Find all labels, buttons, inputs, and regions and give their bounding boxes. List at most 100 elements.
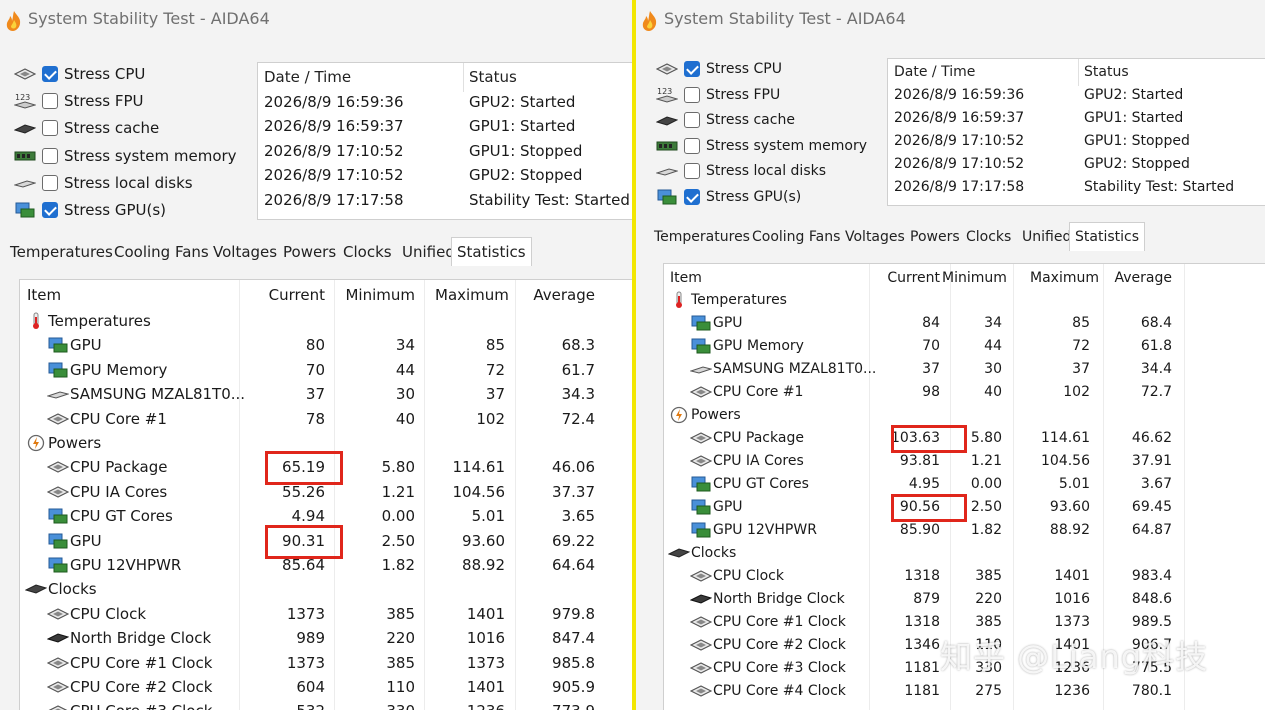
- stress-option-stress-cpu[interactable]: Stress CPU: [652, 57, 782, 81]
- value-average: 983.4: [1131, 568, 1172, 584]
- checkbox[interactable]: [684, 137, 700, 154]
- checkbox[interactable]: [42, 202, 58, 218]
- tab-unified[interactable]: Unified: [402, 241, 455, 263]
- checkbox[interactable]: [42, 174, 58, 191]
- stress-option-stress-cache[interactable]: Stress cache: [10, 116, 159, 140]
- table-row[interactable]: CPU Core #3 Clock 532 330 1236 773.9: [20, 700, 632, 710]
- header-current[interactable]: Current: [255, 286, 325, 304]
- table-row[interactable]: SAMSUNG MZAL81T0... 37 30 37 34.4: [664, 359, 1265, 382]
- log-datetime: 2026/8/9 17:17:58: [894, 179, 1025, 195]
- statistics-header-row[interactable]: Item Current Minimum Maximum Average: [20, 280, 632, 310]
- header-minimum[interactable]: Minimum: [345, 286, 415, 304]
- group-row-temperatures[interactable]: Temperatures: [20, 310, 632, 334]
- value-maximum: 88.92: [1049, 522, 1090, 538]
- tab-temperatures[interactable]: Temperatures: [10, 241, 113, 263]
- header-minimum[interactable]: Minimum: [942, 270, 1007, 286]
- table-row[interactable]: CPU Core #2 Clock 604 110 1401 905.9: [20, 676, 632, 700]
- value-maximum: 85: [1072, 315, 1090, 331]
- tab-statistics[interactable]: Statistics: [1069, 222, 1145, 251]
- table-row[interactable]: North Bridge Clock 879 220 1016 848.6: [664, 589, 1265, 612]
- status-log-table[interactable]: Date / Time Status 2026/8/9 16:59:36 GPU2: …: [257, 62, 632, 220]
- tab-cooling-fans[interactable]: Cooling Fans: [752, 226, 840, 248]
- value-maximum: 104.56: [452, 482, 506, 501]
- table-row[interactable]: GPU Memory 70 44 72 61.7: [20, 359, 632, 383]
- header-average[interactable]: Average: [1112, 270, 1173, 286]
- tab-statistics[interactable]: Statistics: [451, 237, 532, 266]
- table-row[interactable]: SAMSUNG MZAL81T0... 37 30 37 34.3: [20, 383, 632, 407]
- item-label: GPU Memory: [70, 360, 168, 379]
- stress-option-stress-fpu[interactable]: 123 Stress FPU: [10, 89, 144, 113]
- checkbox[interactable]: [684, 86, 700, 103]
- checkbox[interactable]: [684, 163, 700, 179]
- group-row-temperatures[interactable]: Temperatures: [664, 290, 1265, 313]
- statistics-header-row[interactable]: Item Current Minimum Maximum Average: [664, 264, 1265, 290]
- stress-option-stress-local-disks[interactable]: Stress local disks: [652, 159, 826, 183]
- item-label: CPU Core #2 Clock: [713, 637, 846, 653]
- table-row[interactable]: CPU Core #1 Clock 1373 385 1373 985.8: [20, 652, 632, 676]
- stress-option-stress-gpu-s[interactable]: Stress GPU(s): [652, 185, 801, 209]
- table-row[interactable]: GPU Memory 70 44 72 61.8: [664, 336, 1265, 359]
- checkbox[interactable]: [42, 147, 58, 164]
- table-row[interactable]: North Bridge Clock 989 220 1016 847.4: [20, 627, 632, 651]
- stress-option-stress-system-memory[interactable]: Stress system memory: [10, 144, 237, 168]
- stress-option-stress-gpu-s[interactable]: Stress GPU(s): [10, 198, 166, 222]
- header-maximum[interactable]: Maximum: [1030, 270, 1099, 286]
- group-row-clocks[interactable]: Clocks: [20, 578, 632, 602]
- stress-option-label: Stress system memory: [64, 146, 237, 165]
- item-label: CPU IA Cores: [713, 453, 804, 469]
- tab-temperatures[interactable]: Temperatures: [654, 226, 750, 248]
- header-item[interactable]: Item: [670, 270, 702, 286]
- group-row-clocks[interactable]: Clocks: [664, 543, 1265, 566]
- checkbox[interactable]: [42, 66, 58, 82]
- stress-option-stress-system-memory[interactable]: Stress system memory: [652, 134, 867, 158]
- table-row[interactable]: CPU Core #1 78 40 102 72.4: [20, 408, 632, 432]
- value-average: 69.22: [552, 531, 595, 550]
- value-average: 905.9: [552, 678, 595, 696]
- checkbox[interactable]: [684, 61, 700, 77]
- value-average: 37.37: [552, 482, 595, 501]
- value-maximum: 1373: [466, 653, 505, 672]
- stress-option-stress-cpu[interactable]: Stress CPU: [10, 62, 145, 86]
- tab-powers[interactable]: Powers: [910, 226, 960, 248]
- table-row[interactable]: CPU IA Cores 93.81 1.21 104.56 37.91: [664, 451, 1265, 474]
- value-minimum: 385: [975, 568, 1002, 584]
- table-row[interactable]: CPU IA Cores 55.26 1.21 104.56 37.37: [20, 481, 632, 505]
- table-row[interactable]: CPU Clock 1318 385 1401 983.4: [664, 566, 1265, 589]
- value-maximum: 1401: [466, 678, 505, 696]
- statistics-table[interactable]: Item Current Minimum Maximum Average Temperat…: [19, 279, 632, 710]
- tab-clocks[interactable]: Clocks: [966, 226, 1011, 248]
- header-average[interactable]: Average: [525, 286, 595, 304]
- value-maximum: 37: [485, 385, 505, 404]
- gpu-monitor-icon: [690, 499, 712, 515]
- stress-option-stress-fpu[interactable]: 123 Stress FPU: [652, 83, 780, 107]
- tab-clocks[interactable]: Clocks: [343, 241, 392, 263]
- header-maximum[interactable]: Maximum: [435, 286, 509, 304]
- status-log-table[interactable]: Date / Time Status 2026/8/9 16:59:36 GPU2: …: [887, 58, 1265, 206]
- item-label: CPU Core #3 Clock: [713, 660, 846, 676]
- table-row[interactable]: CPU Clock 1373 385 1401 979.8: [20, 603, 632, 627]
- cpu-chip-icon: [690, 660, 712, 676]
- tab-unified[interactable]: Unified: [1022, 226, 1071, 248]
- table-row[interactable]: GPU 12VHPWR 85.90 1.82 88.92 64.87: [664, 520, 1265, 543]
- checkbox[interactable]: [42, 120, 58, 137]
- stress-option-stress-local-disks[interactable]: Stress local disks: [10, 171, 193, 195]
- tab-cooling-fans[interactable]: Cooling Fans: [114, 241, 209, 263]
- tab-powers[interactable]: Powers: [283, 241, 336, 263]
- checkbox[interactable]: [42, 93, 58, 110]
- checkbox[interactable]: [684, 188, 700, 205]
- checkbox[interactable]: [684, 112, 700, 128]
- table-row[interactable]: GPU 12VHPWR 85.64 1.82 88.92 64.64: [20, 554, 632, 578]
- table-row[interactable]: GPU 80 34 85 68.3: [20, 334, 632, 358]
- item-label: GPU 12VHPWR: [713, 522, 817, 538]
- tab-voltages[interactable]: Voltages: [845, 226, 905, 248]
- item-label: CPU Core #2 Clock: [70, 678, 213, 696]
- value-maximum: 1236: [435, 702, 505, 710]
- value-average: 64.87: [1131, 522, 1172, 538]
- table-row[interactable]: CPU Core #1 98 40 102 72.7: [664, 382, 1265, 405]
- table-row[interactable]: GPU 84 34 85 68.4: [664, 313, 1265, 336]
- tab-voltages[interactable]: Voltages: [213, 241, 277, 263]
- header-item[interactable]: Item: [27, 286, 61, 304]
- table-row[interactable]: CPU Core #4 Clock 1181 275 1236 780.1: [664, 681, 1265, 704]
- stress-option-stress-cache[interactable]: Stress cache: [652, 108, 795, 132]
- header-current[interactable]: Current: [880, 270, 940, 286]
